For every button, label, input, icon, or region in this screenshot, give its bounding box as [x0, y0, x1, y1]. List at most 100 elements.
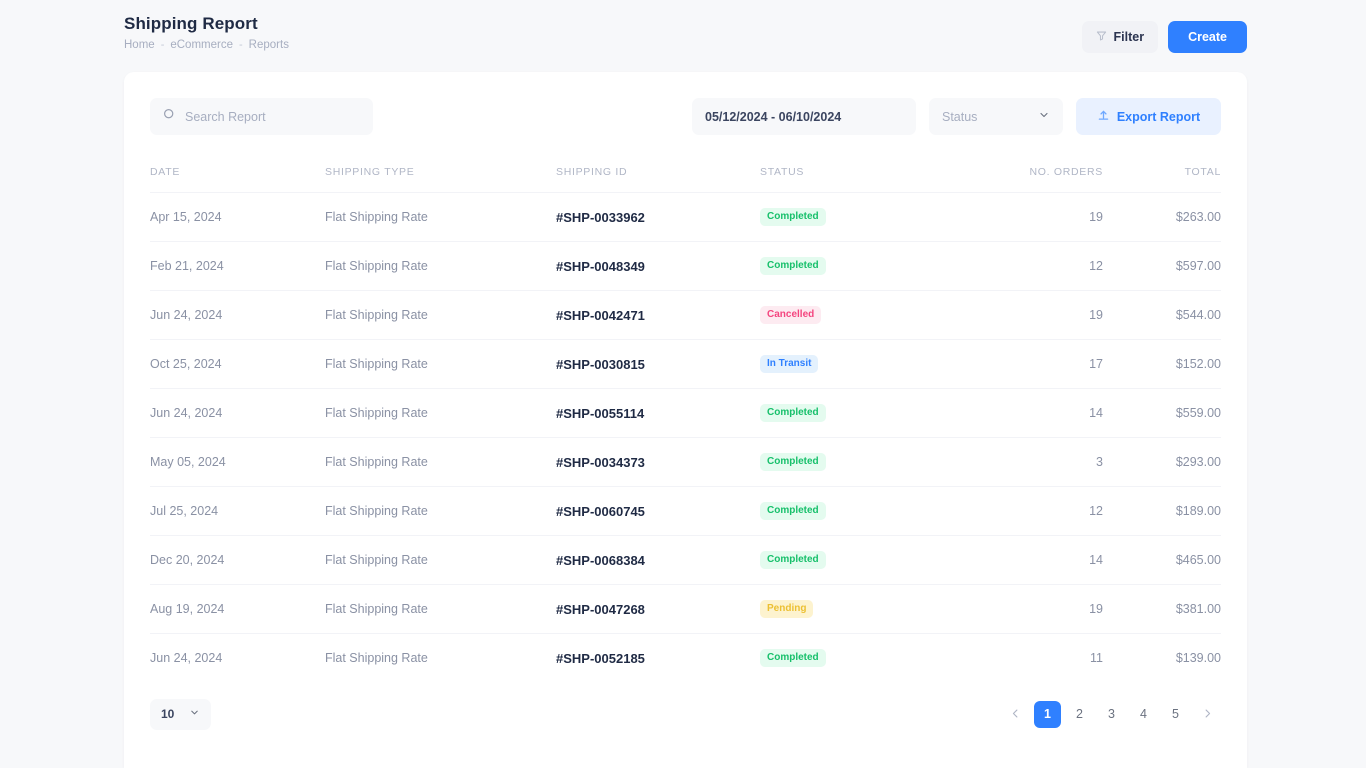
status-badge: Completed: [760, 257, 826, 275]
table-head: DATE SHIPPING TYPE SHIPPING ID STATUS NO…: [150, 150, 1221, 193]
cell-status: Completed: [760, 193, 960, 242]
cell-status: Completed: [760, 438, 960, 487]
cell-shipping-type: Flat Shipping Rate: [325, 259, 428, 273]
cell-total: $293.00: [1175, 455, 1221, 469]
cell-shipping-id[interactable]: #SHP-0033962: [556, 193, 760, 242]
column-header-date[interactable]: DATE: [150, 150, 325, 193]
search-field[interactable]: [150, 98, 373, 135]
cell-shipping-id[interactable]: #SHP-0060745: [556, 487, 760, 536]
cell-shipping-id[interactable]: #SHP-0048349: [556, 242, 760, 291]
cell-shipping-id[interactable]: #SHP-0047268: [556, 585, 760, 634]
report-card: 05/12/2024 - 06/10/2024 Status Export Re…: [124, 72, 1247, 768]
cell-status: Completed: [760, 536, 960, 585]
cell-shipping-type: Flat Shipping Rate: [325, 602, 428, 616]
cell-date: Feb 21, 2024: [150, 259, 224, 273]
cell-status: In Transit: [760, 340, 960, 389]
export-report-label: Export Report: [1116, 109, 1201, 124]
cell-status: Completed: [760, 242, 960, 291]
cell-shipping-type: Flat Shipping Rate: [325, 406, 428, 420]
table-wrapper: DATE SHIPPING TYPE SHIPPING ID STATUS NO…: [124, 150, 1247, 683]
upload-icon: [1097, 109, 1110, 125]
cell-shipping-type: Flat Shipping Rate: [325, 455, 428, 469]
table-row[interactable]: Jun 24, 2024 Flat Shipping Rate #SHP-00551…: [150, 388, 1221, 438]
cell-shipping-id[interactable]: #SHP-0055114: [556, 389, 760, 438]
cell-shipping-id[interactable]: #SHP-0034373: [556, 438, 760, 487]
cell-shipping-type: Flat Shipping Rate: [325, 210, 428, 224]
cell-date: Aug 19, 2024: [150, 602, 225, 616]
create-button-label: Create: [1188, 30, 1227, 44]
cell-date: Jul 25, 2024: [150, 504, 219, 518]
export-report-button[interactable]: Export Report: [1076, 98, 1221, 135]
cell-no-orders: 11: [1090, 651, 1103, 666]
column-header-no-orders[interactable]: NO. ORDERS: [960, 150, 1103, 193]
table-footer: 10 12345: [124, 683, 1247, 730]
status-filter-select[interactable]: Status: [929, 98, 1063, 135]
pagination-page-2[interactable]: 2: [1066, 701, 1093, 728]
status-badge: Completed: [760, 502, 826, 520]
search-input[interactable]: [185, 109, 350, 124]
table-row[interactable]: Oct 25, 2024 Flat Shipping Rate #SHP-00308…: [150, 339, 1221, 389]
cell-date: Apr 15, 2024: [150, 210, 222, 224]
cell-status: Completed: [760, 634, 960, 683]
cell-shipping-id[interactable]: #SHP-0068384: [556, 536, 760, 585]
cell-shipping-type: Flat Shipping Rate: [325, 308, 428, 322]
status-badge: Completed: [760, 649, 826, 668]
table-body: Apr 15, 2024 Flat Shipping Rate #SHP-00339…: [150, 192, 1221, 683]
cell-date: May 05, 2024: [150, 455, 226, 469]
pagination-page-4[interactable]: 4: [1130, 701, 1157, 728]
cell-status: Pending: [760, 585, 960, 634]
status-badge: Pending: [760, 600, 814, 618]
pagination-page-5[interactable]: 5: [1162, 701, 1189, 728]
page-size-value: 10: [161, 707, 175, 721]
cell-no-orders: 14: [1089, 406, 1103, 420]
chevron-down-icon: [1038, 109, 1050, 124]
cell-status: Completed: [760, 389, 960, 438]
status-badge: Cancelled: [760, 306, 822, 324]
cell-status: Completed: [760, 487, 960, 536]
date-range-field[interactable]: 05/12/2024 - 06/10/2024: [692, 98, 916, 135]
cell-total: $139.00: [1175, 651, 1221, 666]
breadcrumb-item-ecommerce[interactable]: eCommerce: [170, 39, 233, 51]
table-row[interactable]: Feb 21, 2024 Flat Shipping Rate #SHP-00483…: [150, 241, 1221, 291]
table-row[interactable]: Apr 15, 2024 Flat Shipping Rate #SHP-00339…: [150, 192, 1221, 242]
status-badge: Completed: [760, 208, 826, 226]
table-toolbar: 05/12/2024 - 06/10/2024 Status Export Re…: [124, 72, 1247, 150]
column-header-shipping-type[interactable]: SHIPPING TYPE: [325, 150, 556, 193]
breadcrumb-item-home[interactable]: Home: [124, 39, 155, 51]
filter-button-label: Filter: [1113, 30, 1145, 44]
breadcrumb-separator: -: [239, 39, 243, 51]
cell-date: Oct 25, 2024: [150, 357, 222, 371]
breadcrumb-separator: -: [160, 39, 165, 51]
pagination: 12345: [1002, 700, 1221, 728]
breadcrumb-item-reports[interactable]: Reports: [249, 39, 289, 51]
date-range-value: 05/12/2024 - 06/10/2024: [705, 109, 842, 124]
table-row[interactable]: May 05, 2024 Flat Shipping Rate #SHP-00343…: [150, 437, 1221, 487]
pagination-page-1[interactable]: 1: [1034, 700, 1061, 728]
filter-button[interactable]: Filter: [1081, 21, 1159, 53]
page-size-select[interactable]: 10: [150, 698, 211, 730]
column-header-shipping-id[interactable]: SHIPPING ID: [556, 150, 760, 193]
status-badge: Completed: [760, 404, 826, 422]
cell-shipping-id[interactable]: #SHP-0052185: [556, 634, 760, 683]
pagination-next-button[interactable]: [1194, 701, 1221, 728]
table-row[interactable]: Jun 24, 2024 Flat Shipping Rate #SHP-00424…: [150, 290, 1221, 340]
cell-no-orders: 3: [1096, 455, 1103, 469]
status-badge: In Transit: [760, 355, 819, 373]
header-actions: Filter Create: [1081, 14, 1247, 53]
cell-shipping-id[interactable]: #SHP-0042471: [556, 291, 760, 340]
funnel-icon: [1096, 30, 1107, 44]
column-header-total[interactable]: TOTAL: [1103, 150, 1221, 193]
cell-total: $381.00: [1175, 602, 1221, 616]
table-row[interactable]: Aug 19, 2024 Flat Shipping Rate #SHP-00472…: [150, 584, 1221, 634]
create-button[interactable]: Create: [1168, 21, 1247, 53]
table-row[interactable]: Dec 20, 2024 Flat Shipping Rate #SHP-00683…: [150, 535, 1221, 585]
cell-shipping-id[interactable]: #SHP-0030815: [556, 340, 760, 389]
column-header-status[interactable]: STATUS: [760, 150, 960, 193]
pagination-page-3[interactable]: 3: [1098, 701, 1125, 728]
pagination-prev-button[interactable]: [1002, 701, 1029, 728]
cell-no-orders: 12: [1089, 504, 1103, 518]
status-badge: Completed: [760, 453, 826, 471]
cell-total: $189.00: [1175, 504, 1221, 518]
table-row[interactable]: Jul 25, 2024 Flat Shipping Rate #SHP-00607…: [150, 486, 1221, 536]
table-row[interactable]: Jun 24, 2024 Flat Shipping Rate #SHP-00521…: [150, 633, 1221, 683]
